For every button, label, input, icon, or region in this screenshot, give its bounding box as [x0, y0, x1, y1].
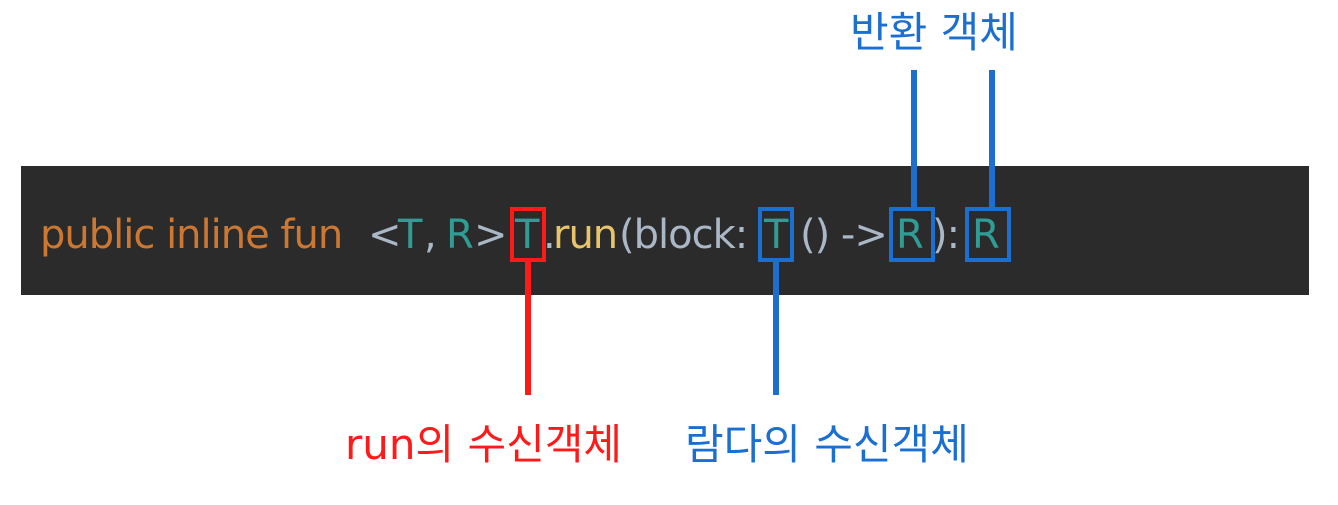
code-param-block: (block:: [619, 212, 748, 258]
lambda-receiver-label: 람다의 수신객체: [685, 420, 969, 469]
run-receiver-highlight: [510, 207, 546, 262]
code-angle-close: >: [474, 212, 508, 258]
run-receiver-connector-line: [525, 262, 531, 395]
lambda-return-highlight: [889, 207, 935, 262]
code-keywords: public inline fun: [40, 212, 343, 258]
code-type-param-t: T: [398, 212, 422, 258]
run-receiver-label: run의 수신객체: [345, 420, 623, 469]
lambda-receiver-connector-line: [773, 262, 779, 395]
code-angle-open: <: [368, 212, 402, 258]
return-connector-line-1: [911, 70, 917, 208]
code-arrow: () ->: [800, 212, 888, 258]
function-return-highlight: [965, 207, 1011, 262]
code-type-param-r: R: [446, 212, 474, 258]
code-comma: ,: [424, 212, 437, 258]
code-close-paren-colon: ):: [932, 212, 960, 258]
lambda-receiver-highlight: [758, 207, 794, 262]
return-object-label: 반환 객체: [850, 8, 1018, 57]
code-function-name: run: [553, 212, 618, 258]
return-connector-line-2: [989, 70, 995, 208]
